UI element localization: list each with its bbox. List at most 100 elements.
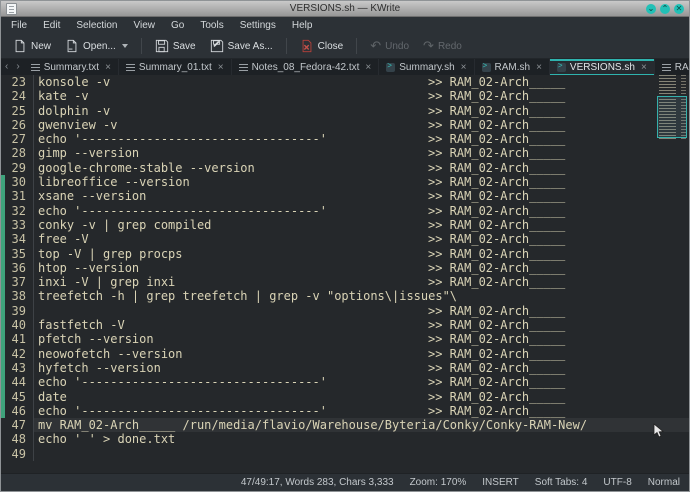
file-type-icon	[31, 63, 40, 72]
line-number: 34	[1, 232, 34, 246]
editor-line[interactable]: 24 kate -v>> RAM_02-Arch_____	[1, 89, 689, 103]
editor-line[interactable]: 43 hyfetch --version>> RAM_02-Arch_____	[1, 361, 689, 375]
tab[interactable]: VERSIONS.sh ×	[550, 59, 655, 75]
tab[interactable]: Summary_01.txt ×	[119, 59, 232, 75]
editor-line[interactable]: 49	[1, 447, 689, 461]
tab-close-icon[interactable]: ×	[536, 62, 542, 73]
file-type-icon	[557, 63, 566, 72]
editor-line[interactable]: 25 dolphin -v>> RAM_02-Arch_____	[1, 104, 689, 118]
kwrite-window: VERSIONS.sh — KWrite ⌄ ⌃ ✕ FileEditSelec…	[0, 0, 690, 492]
tab-scroll-right-icon[interactable]: ›	[12, 59, 23, 75]
editor-line[interactable]: 44 echo '-------------------------------…	[1, 375, 689, 389]
new-document-icon	[13, 39, 27, 53]
title-bar[interactable]: VERSIONS.sh — KWrite ⌄ ⌃ ✕	[1, 1, 689, 17]
editor-line[interactable]: 42 neowofetch --version>> RAM_02-Arch___…	[1, 347, 689, 361]
chevron-down-icon[interactable]	[122, 44, 128, 48]
open-button[interactable]: Open...	[59, 37, 134, 55]
line-code: gimp --version	[38, 146, 139, 160]
line-code: date	[38, 390, 67, 404]
line-text: hyfetch --version>> RAM_02-Arch_____	[34, 361, 689, 375]
encoding-status[interactable]: UTF-8	[603, 477, 631, 488]
line-code: treefetch -h | grep treefetch | grep -v …	[38, 289, 457, 303]
menu-item[interactable]: Help	[284, 17, 321, 34]
line-code: google-chrome-stable --version	[38, 161, 255, 175]
tab-close-icon[interactable]: ×	[105, 62, 111, 73]
line-number: 30	[1, 175, 34, 189]
editor-line[interactable]: 45 date>> RAM_02-Arch_____	[1, 390, 689, 404]
menu-item[interactable]: Edit	[35, 17, 68, 34]
tab[interactable]: RAM_02-Arch_____ ×	[655, 59, 690, 75]
editor-line[interactable]: 30 libreoffice --version>> RAM_02-Arch__…	[1, 175, 689, 189]
editor-line[interactable]: 27 echo '-------------------------------…	[1, 132, 689, 146]
tab[interactable]: Summary.txt ×	[24, 59, 119, 75]
line-text: kate -v>> RAM_02-Arch_____	[34, 89, 689, 103]
line-redirect: >> RAM_02-Arch_____	[428, 89, 565, 103]
editor-line[interactable]: 37 inxi -V | grep inxi>> RAM_02-Arch____…	[1, 275, 689, 289]
line-code: top -V | grep procps	[38, 247, 183, 261]
editor-line[interactable]: 28 gimp --version>> RAM_02-Arch_____	[1, 146, 689, 160]
close-document-icon	[300, 39, 314, 53]
editor-line[interactable]: 41 pfetch --version>> RAM_02-Arch_____	[1, 332, 689, 346]
editor-line[interactable]: 36 htop --version>> RAM_02-Arch_____	[1, 261, 689, 275]
editor-line[interactable]: 46 echo '-------------------------------…	[1, 404, 689, 418]
line-text: >> RAM_02-Arch_____	[34, 304, 689, 318]
editor-line[interactable]: 40 fastfetch -V>> RAM_02-Arch_____	[1, 318, 689, 332]
save-button[interactable]: Save	[149, 37, 202, 55]
tab-label: Summary_01.txt	[139, 62, 212, 73]
tab[interactable]: Summary.sh ×	[379, 59, 474, 75]
menu-item[interactable]: Tools	[192, 17, 231, 34]
line-redirect: >> RAM_02-Arch_____	[428, 318, 565, 332]
menu-item[interactable]: Selection	[68, 17, 125, 34]
editor-line[interactable]: 29 google-chrome-stable --version>> RAM_…	[1, 161, 689, 175]
editor-line[interactable]: 48 echo ' ' > done.txt	[1, 432, 689, 446]
menu-item[interactable]: Settings	[232, 17, 284, 34]
editor-line[interactable]: 38 treefetch -h | grep treefetch | grep …	[1, 289, 689, 303]
close-file-button[interactable]: Close	[294, 37, 350, 55]
menu-item[interactable]: View	[126, 17, 164, 34]
scrollbar-minimap[interactable]	[658, 75, 686, 139]
toolbar-separator	[286, 38, 287, 54]
tab-close-icon[interactable]: ×	[641, 62, 647, 73]
line-number: 23	[1, 75, 34, 89]
redo-button[interactable]: ↷ Redo	[417, 38, 468, 55]
text-editor-area[interactable]: 23 konsole -v>> RAM_02-Arch_____ 24 kate…	[1, 75, 689, 473]
cursor-position-status[interactable]: 47/49:17, Words 283, Chars 3,333	[241, 477, 394, 488]
soft-tabs-status[interactable]: Soft Tabs: 4	[535, 477, 588, 488]
line-number: 35	[1, 247, 34, 261]
toolbar: New Open... Save Save As... Close ↶ Undo…	[1, 34, 689, 59]
file-type-icon	[386, 63, 395, 72]
undo-button[interactable]: ↶ Undo	[364, 38, 415, 55]
line-text: gimp --version >> RAM_02-Arch_____	[34, 146, 689, 160]
line-number: 42	[1, 347, 34, 361]
editor-line[interactable]: 34 free -V>> RAM_02-Arch_____	[1, 232, 689, 246]
save-as-button[interactable]: Save As...	[204, 37, 279, 55]
new-button[interactable]: New	[7, 37, 57, 55]
editor-line[interactable]: 32 echo '-------------------------------…	[1, 204, 689, 218]
tab[interactable]: RAM.sh ×	[475, 59, 550, 75]
editor-line[interactable]: 33 conky -v | grep compiled>> RAM_02-Arc…	[1, 218, 689, 232]
tab[interactable]: Notes_08_Fedora-42.txt ×	[232, 59, 380, 75]
tab-scroll-left-icon[interactable]: ‹	[1, 59, 12, 75]
editor-line[interactable]: 35 top -V | grep procps>> RAM_02-Arch___…	[1, 247, 689, 261]
line-text: libreoffice --version>> RAM_02-Arch_____	[34, 175, 689, 189]
highlight-mode-status[interactable]: Normal	[648, 477, 680, 488]
tab-close-icon[interactable]: ×	[365, 62, 371, 73]
zoom-status[interactable]: Zoom: 170%	[410, 477, 467, 488]
tab-close-icon[interactable]: ×	[461, 62, 467, 73]
editor-line[interactable]: 47 mv RAM_02-Arch_____ /run/media/flavio…	[1, 418, 689, 432]
line-code: htop --version	[38, 261, 139, 275]
editor-line[interactable]: 31 xsane --version>> RAM_02-Arch_____	[1, 189, 689, 203]
insert-mode-status[interactable]: INSERT	[482, 477, 519, 488]
file-type-icon	[482, 63, 491, 72]
editor-line[interactable]: 26 gwenview -v>> RAM_02-Arch_____	[1, 118, 689, 132]
editor-line[interactable]: 39 >> RAM_02-Arch_____	[1, 304, 689, 318]
menu-item[interactable]: Go	[163, 17, 192, 34]
tab-close-icon[interactable]: ×	[218, 62, 224, 73]
editor-line[interactable]: 23 konsole -v>> RAM_02-Arch_____	[1, 75, 689, 89]
line-text: top -V | grep procps>> RAM_02-Arch_____	[34, 247, 689, 261]
menu-item[interactable]: File	[3, 17, 35, 34]
line-text: neowofetch --version>> RAM_02-Arch_____	[34, 347, 689, 361]
line-redirect: >> RAM_02-Arch_____	[428, 146, 565, 160]
minimap-viewport-handle[interactable]	[657, 96, 687, 138]
line-code: echo '---------------------------------'	[38, 404, 327, 418]
